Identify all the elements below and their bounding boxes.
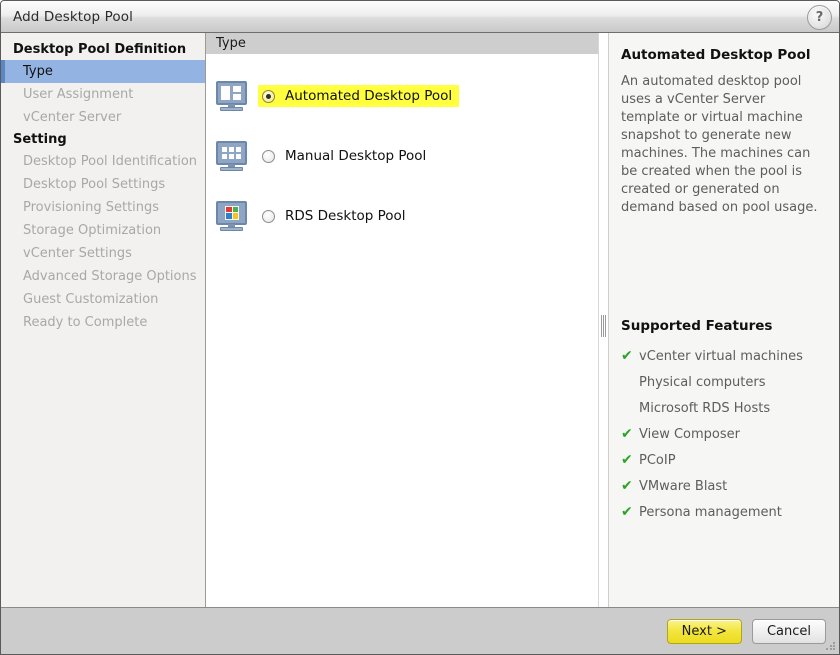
pool-type-radio-group: Automated Desktop Pool Manual Desktop Po…: [206, 55, 598, 607]
option-automated-desktop-pool[interactable]: Automated Desktop Pool: [215, 77, 598, 115]
label-rds-desktop-pool: RDS Desktop Pool: [285, 208, 406, 224]
monitor-panels-icon: [215, 80, 249, 112]
feature-label: vCenter virtual machines: [639, 348, 803, 364]
section-title: Type: [216, 36, 246, 51]
feature-row: Physical computers: [621, 369, 827, 395]
resize-grip-icon[interactable]: [825, 641, 836, 652]
info-panel-description: An automated desktop pool uses a vCenter…: [621, 74, 818, 215]
sidebar-item-ready-to-complete: Ready to Complete: [23, 315, 148, 330]
info-panel-title: Automated Desktop Pool: [621, 47, 811, 63]
sidebar-group-desktop-pool-definition: Desktop Pool Definition: [13, 42, 187, 57]
sidebar-item-provisioning-settings: Provisioning Settings: [23, 200, 160, 215]
panel-splitter[interactable]: [598, 33, 608, 607]
check-icon: ✔: [621, 478, 633, 494]
label-manual-desktop-pool: Manual Desktop Pool: [285, 148, 427, 164]
radio-manual-desktop-pool[interactable]: [262, 149, 275, 163]
next-button[interactable]: Next >: [666, 618, 742, 644]
sidebar-item-desktop-pool-settings: Desktop Pool Settings: [23, 177, 166, 192]
sidebar-item-user-assignment: User Assignment: [23, 87, 134, 102]
monitor-windows-flag-icon: [215, 200, 249, 232]
feature-row: ✔ PCoIP: [621, 447, 827, 473]
sidebar-item-desktop-pool-identification: Desktop Pool Identification: [23, 154, 198, 169]
dialog-body: Desktop Pool Definition Type User Assign…: [1, 33, 839, 608]
check-icon: ✔: [621, 504, 633, 520]
feature-row: ✔ VMware Blast: [621, 473, 827, 499]
add-desktop-pool-dialog: Add Desktop Pool ? Desktop Pool Definiti…: [0, 0, 840, 655]
window-title: Add Desktop Pool: [13, 8, 133, 25]
feature-row: Microsoft RDS Hosts: [621, 395, 827, 421]
check-icon: ✔: [621, 348, 633, 364]
dialog-footer: Next > Cancel: [1, 608, 839, 654]
monitor-grid-icon: [215, 140, 249, 172]
help-icon[interactable]: ?: [807, 5, 832, 30]
check-icon: ✔: [621, 452, 633, 468]
feature-label: View Composer: [639, 426, 740, 442]
main-content: Type Automated Desktop Pool Manual Deskt…: [206, 33, 598, 607]
feature-label: Persona management: [639, 504, 782, 520]
automated-option-highlight: Automated Desktop Pool: [258, 85, 460, 107]
rds-option-wrap: RDS Desktop Pool: [258, 205, 413, 227]
sidebar-item-guest-customization: Guest Customization: [23, 292, 159, 307]
feature-row: ✔ Persona management: [621, 499, 827, 525]
radio-rds-desktop-pool[interactable]: [262, 209, 275, 223]
option-rds-desktop-pool[interactable]: RDS Desktop Pool: [215, 197, 598, 235]
manual-option-wrap: Manual Desktop Pool: [258, 145, 433, 167]
feature-row: ✔ View Composer: [621, 421, 827, 447]
sidebar-group-setting: Setting: [13, 132, 67, 147]
feature-label: Microsoft RDS Hosts: [639, 400, 771, 416]
feature-label: Physical computers: [639, 374, 766, 390]
title-bar: Add Desktop Pool ?: [1, 1, 839, 33]
wizard-steps-sidebar: Desktop Pool Definition Type User Assign…: [1, 33, 206, 607]
label-automated-desktop-pool: Automated Desktop Pool: [285, 88, 453, 104]
section-header: Type: [206, 33, 598, 55]
feature-label: VMware Blast: [639, 478, 728, 494]
supported-features-title: Supported Features: [621, 318, 773, 334]
option-manual-desktop-pool[interactable]: Manual Desktop Pool: [215, 137, 598, 175]
sidebar-item-type[interactable]: Type: [1, 60, 205, 83]
feature-label: PCoIP: [639, 452, 676, 468]
check-icon: ✔: [621, 426, 633, 442]
sidebar-item-vcenter-settings: vCenter Settings: [23, 246, 132, 261]
info-panel: Automated Desktop Pool An automated desk…: [608, 33, 839, 607]
sidebar-item-advanced-storage-options: Advanced Storage Options: [23, 269, 197, 284]
splitter-grip-icon[interactable]: [601, 315, 606, 337]
feature-row: ✔ vCenter virtual machines: [621, 343, 827, 369]
sidebar-item-storage-optimization: Storage Optimization: [23, 223, 162, 238]
cancel-button[interactable]: Cancel: [751, 618, 826, 644]
sidebar-item-vcenter-server: vCenter Server: [23, 110, 122, 125]
radio-automated-desktop-pool[interactable]: [262, 89, 275, 103]
